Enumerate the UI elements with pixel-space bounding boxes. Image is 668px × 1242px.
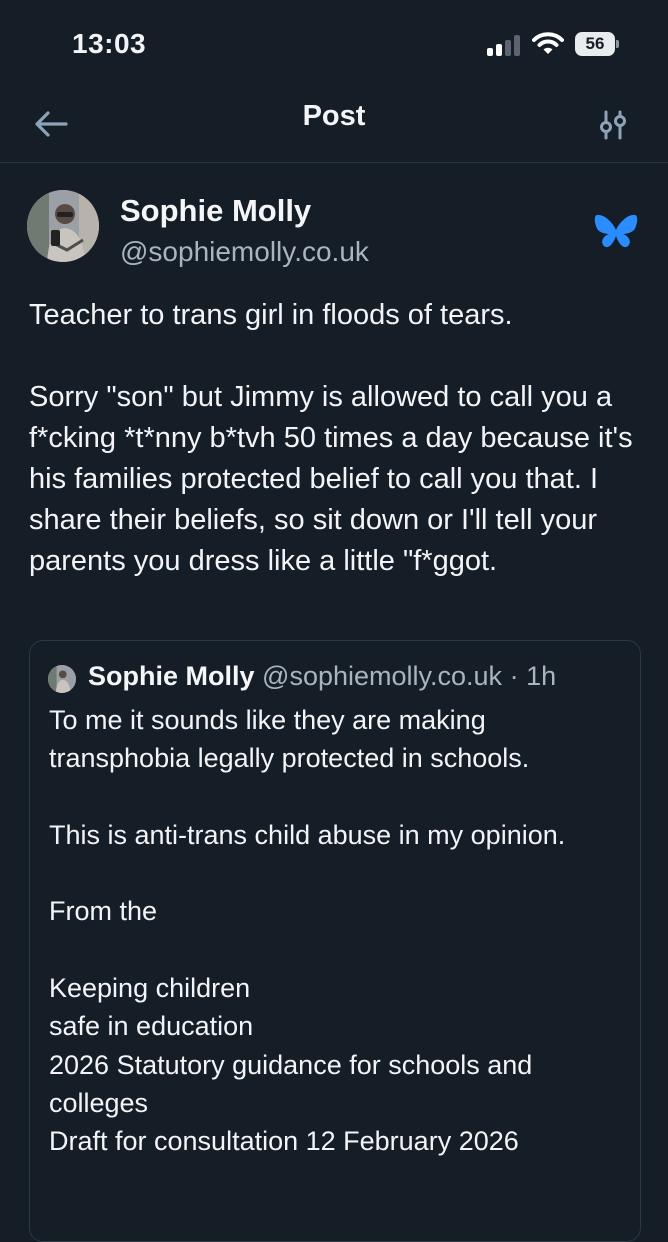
quoted-post-body: To me it sounds like they are making tra…: [49, 701, 624, 1161]
page-title: Post: [302, 100, 366, 132]
avatar-photo: [48, 665, 76, 693]
author-avatar[interactable]: [27, 190, 99, 262]
post-body: Teacher to trans girl in floods of tears…: [29, 295, 649, 582]
status-bar: 13:03 56: [0, 0, 668, 90]
post-text-paragraph: Sorry "son" but Jimmy is allowed to call…: [29, 381, 641, 577]
author-name[interactable]: Sophie Molly: [120, 193, 311, 229]
quoted-line: Draft for consultation 12 February 2026: [49, 1126, 519, 1157]
meta-separator: ·: [509, 661, 519, 691]
quoted-post[interactable]: Sophie Molly @sophiemolly.co.uk · 1h To …: [29, 640, 641, 1242]
quoted-author-avatar: [48, 665, 76, 693]
post-header: Post: [0, 90, 668, 163]
quoted-line: safe in education: [49, 1011, 254, 1042]
quoted-author-name: Sophie Molly: [88, 661, 255, 691]
quoted-paragraph: From the: [49, 896, 158, 927]
sliders-icon: [600, 110, 626, 140]
quoted-author-handle: @sophiemolly.co.uk: [262, 661, 503, 691]
quoted-line: 2026 Statutory guidance for schools and …: [49, 1049, 540, 1118]
battery-tip: [616, 40, 619, 48]
status-time: 13:03: [72, 28, 147, 59]
thread-settings-button[interactable]: [596, 104, 632, 144]
wifi-icon: [532, 32, 564, 56]
author-handle[interactable]: @sophiemolly.co.uk: [120, 236, 369, 268]
butterfly-icon: [594, 212, 638, 252]
cellular-signal-icon: [487, 34, 523, 56]
post-text-line: Teacher to trans girl in floods of tears…: [29, 299, 513, 331]
avatar-photo: [27, 190, 99, 262]
quoted-post-meta: Sophie Molly @sophiemolly.co.uk · 1h: [88, 661, 556, 692]
battery-indicator: 56: [575, 32, 619, 56]
quoted-post-time: 1h: [526, 661, 557, 691]
battery-level: 56: [575, 32, 615, 56]
quoted-paragraph: This is anti-trans child abuse in my opi…: [49, 819, 566, 850]
quoted-line: Keeping children: [49, 973, 251, 1004]
quoted-paragraph: To me it sounds like they are making tra…: [49, 705, 530, 774]
